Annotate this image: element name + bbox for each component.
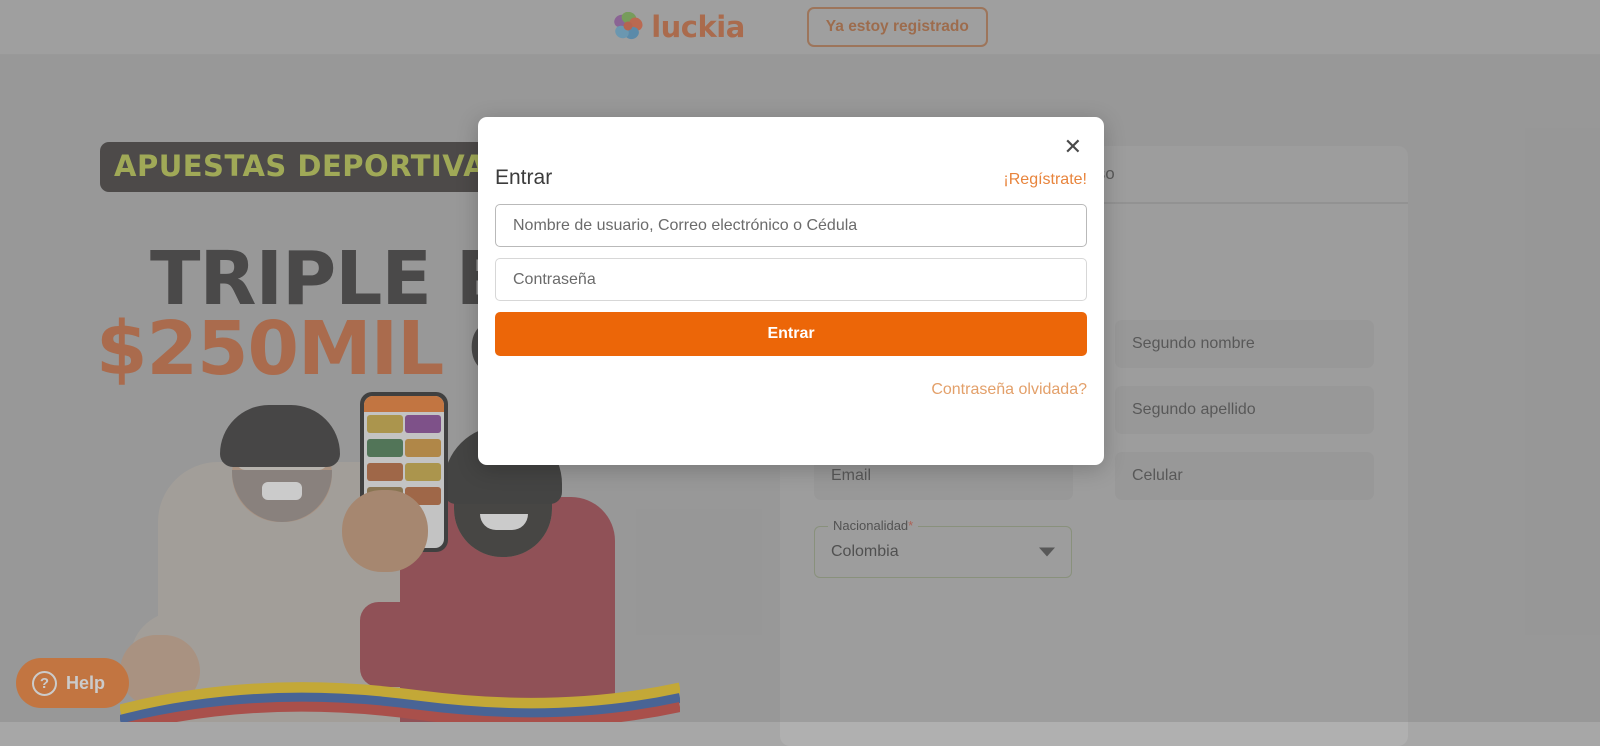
- login-modal: ✕ Entrar ¡Regístrate! Entrar Contraseña …: [478, 117, 1104, 465]
- username-input[interactable]: [495, 204, 1087, 247]
- login-modal-header: Entrar ¡Regístrate!: [478, 117, 1104, 190]
- login-form: Entrar: [478, 190, 1104, 356]
- password-input[interactable]: [495, 258, 1087, 301]
- login-title: Entrar: [495, 166, 553, 189]
- forgot-password-link[interactable]: Contraseña olvidada?: [931, 381, 1087, 399]
- register-link[interactable]: ¡Regístrate!: [1003, 171, 1087, 189]
- forgot-password-row: Contraseña olvidada?: [478, 356, 1104, 399]
- close-icon[interactable]: ✕: [1064, 137, 1082, 159]
- login-submit-button[interactable]: Entrar: [495, 312, 1087, 356]
